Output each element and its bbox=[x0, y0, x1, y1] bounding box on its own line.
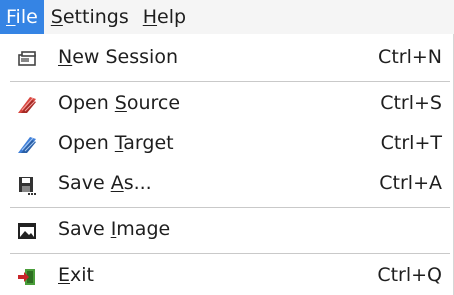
menu-item-open-source[interactable]: Open Source Ctrl+S bbox=[0, 86, 454, 122]
label-text-pre: Open bbox=[58, 92, 115, 114]
file-menu-dropdown: New Session Ctrl+N Open Source Ctrl+S Op… bbox=[0, 34, 454, 295]
menu-help-mnemonic: H bbox=[142, 6, 158, 28]
menu-item-new-session[interactable]: New Session Ctrl+N bbox=[0, 40, 454, 76]
menu-settings-mnemonic: S bbox=[50, 6, 63, 28]
menu-item-label: Open Target bbox=[58, 132, 174, 154]
label-mnemonic: N bbox=[58, 46, 73, 68]
label-mnemonic: S bbox=[114, 92, 127, 114]
menu-item-label: Save As... bbox=[58, 172, 152, 194]
shortcut-exit: Ctrl+Q bbox=[377, 264, 442, 286]
label-text-pre: Save bbox=[58, 172, 111, 194]
session-icon bbox=[18, 51, 36, 66]
menubar: File Settings Help bbox=[0, 0, 454, 34]
menu-item-label: Save Image bbox=[58, 218, 170, 240]
label-text-pre: Save bbox=[58, 218, 111, 240]
label-text-post: ew Session bbox=[72, 46, 178, 68]
image-icon bbox=[18, 223, 36, 239]
shortcut-open-source: Ctrl+S bbox=[380, 92, 442, 114]
menu-settings-label: ettings bbox=[62, 6, 129, 28]
save-as-icon bbox=[19, 177, 36, 195]
label-text-pre: Open bbox=[58, 132, 115, 154]
menu-help[interactable]: Help bbox=[136, 0, 193, 34]
label-text-post: ource bbox=[126, 92, 181, 114]
menu-separator bbox=[10, 207, 450, 208]
label-mnemonic: T bbox=[114, 132, 124, 154]
menu-help-label: elp bbox=[157, 6, 187, 28]
open-target-icon bbox=[18, 137, 36, 153]
menu-item-label: Exit bbox=[58, 264, 94, 286]
label-text-post: s... bbox=[123, 172, 152, 194]
menu-item-label: New Session bbox=[58, 46, 178, 68]
menu-file-label: ile bbox=[15, 6, 38, 28]
label-mnemonic: E bbox=[58, 264, 71, 286]
label-mnemonic: A bbox=[110, 172, 124, 194]
label-text-post: xit bbox=[70, 264, 94, 286]
exit-icon bbox=[18, 269, 35, 285]
menu-item-label: Open Source bbox=[58, 92, 180, 114]
menu-item-save-image[interactable]: Save Image bbox=[0, 212, 454, 248]
shortcut-open-target: Ctrl+T bbox=[380, 132, 442, 154]
label-text-post: arget bbox=[123, 132, 174, 154]
menu-file[interactable]: File bbox=[0, 0, 44, 34]
menu-item-exit[interactable]: Exit Ctrl+Q bbox=[0, 258, 454, 294]
menu-item-save-as[interactable]: Save As... Ctrl+A bbox=[0, 166, 454, 202]
menu-separator bbox=[10, 253, 450, 254]
menu-settings[interactable]: Settings bbox=[44, 0, 136, 34]
shortcut-save-as: Ctrl+A bbox=[379, 172, 442, 194]
shortcut-new-session: Ctrl+N bbox=[378, 46, 442, 68]
open-source-icon bbox=[18, 97, 36, 113]
menu-item-open-target[interactable]: Open Target Ctrl+T bbox=[0, 126, 454, 162]
menu-separator bbox=[10, 81, 450, 82]
menu-file-mnemonic: F bbox=[6, 6, 16, 28]
label-text-post: mage bbox=[116, 218, 171, 240]
